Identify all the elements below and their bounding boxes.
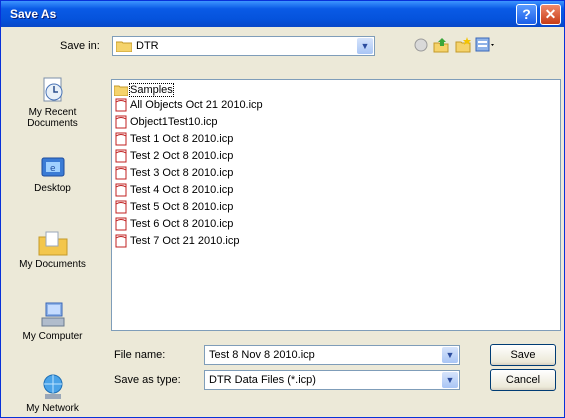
- file-name: Test 5 Oct 8 2010.icp: [130, 201, 234, 213]
- save-in-label: Save in:: [60, 40, 100, 52]
- place-desktop-label: Desktop: [34, 183, 71, 194]
- file-icon: [115, 200, 127, 214]
- place-recent-documents-label: My Recent Documents: [27, 107, 78, 129]
- file-icon: [115, 98, 127, 112]
- file-name: Object1Test10.icp: [130, 116, 218, 128]
- up-folder-icon[interactable]: [433, 37, 449, 55]
- file-name: Test 6 Oct 8 2010.icp: [130, 218, 234, 230]
- title-bar[interactable]: Save As ? ✕: [1, 1, 564, 27]
- save-in-value: DTR: [136, 40, 159, 52]
- list-item[interactable]: All Objects Oct 21 2010.icp: [114, 97, 263, 113]
- save-as-type-value: DTR Data Files (*.icp): [209, 374, 316, 386]
- list-item[interactable]: Test 1 Oct 8 2010.icp: [114, 131, 233, 147]
- save-in-combo[interactable]: DTR ▼: [112, 36, 375, 56]
- place-my-computer-label: My Computer: [22, 331, 83, 342]
- back-icon[interactable]: [413, 37, 429, 55]
- save-as-type-select[interactable]: DTR Data Files (*.icp) ▼: [204, 370, 460, 390]
- folder-icon: [113, 85, 129, 97]
- places-bar: My Recent Documents e Desktop My Documen…: [6, 67, 99, 417]
- save-button[interactable]: Save: [490, 344, 556, 366]
- chevron-down-icon[interactable]: ▼: [357, 38, 373, 54]
- place-my-documents[interactable]: My Documents: [6, 229, 99, 270]
- file-icon: [115, 149, 127, 163]
- file-icon: [115, 217, 127, 231]
- list-item[interactable]: Test 4 Oct 8 2010.icp: [114, 182, 233, 198]
- close-button[interactable]: ✕: [540, 4, 561, 25]
- dialog-title: Save As: [10, 7, 57, 21]
- list-item[interactable]: Test 3 Oct 8 2010.icp: [114, 165, 233, 181]
- file-icon: [115, 183, 127, 197]
- chevron-down-icon[interactable]: ▼: [442, 372, 458, 388]
- chevron-down-icon[interactable]: ▼: [442, 347, 458, 363]
- file-name-input[interactable]: Test 8 Nov 8 2010.icp ▼: [204, 345, 460, 365]
- list-item[interactable]: Test 7 Oct 21 2010.icp: [114, 233, 239, 249]
- save-as-dialog: Save As ? ✕ Save in: DTR ▼ My Recent Doc…: [0, 0, 565, 418]
- list-item[interactable]: Test 2 Oct 8 2010.icp: [114, 148, 233, 164]
- file-name: Test 3 Oct 8 2010.icp: [130, 167, 234, 179]
- file-name: Test 7 Oct 21 2010.icp: [130, 235, 240, 247]
- place-my-computer[interactable]: My Computer: [6, 301, 99, 342]
- folder-icon: [115, 40, 133, 55]
- file-name-label: File name:: [114, 349, 166, 361]
- recent-documents-icon: [43, 77, 62, 102]
- svg-text:e: e: [50, 164, 56, 174]
- new-folder-icon[interactable]: [455, 37, 471, 55]
- file-name: Test 2 Oct 8 2010.icp: [130, 150, 234, 162]
- file-icon: [115, 115, 127, 129]
- list-item[interactable]: Samples: [113, 82, 174, 98]
- file-name: Test 4 Oct 8 2010.icp: [130, 184, 234, 196]
- list-item[interactable]: Test 5 Oct 8 2010.icp: [114, 199, 233, 215]
- file-list[interactable]: Samples All Objects Oct 21 2010.icp Obje…: [111, 79, 561, 331]
- file-icon: [115, 166, 127, 180]
- my-documents-icon: [38, 231, 67, 256]
- my-computer-icon: [41, 302, 64, 327]
- place-recent-documents[interactable]: My Recent Documents: [6, 75, 99, 129]
- place-my-documents-label: My Documents: [19, 259, 86, 270]
- place-desktop[interactable]: e Desktop: [6, 155, 99, 194]
- help-button[interactable]: ?: [516, 4, 537, 25]
- my-network-icon: [43, 374, 62, 399]
- views-menu-icon[interactable]: [475, 37, 495, 55]
- file-name: Test 1 Oct 8 2010.icp: [130, 133, 234, 145]
- list-item[interactable]: Object1Test10.icp: [114, 114, 217, 130]
- file-name: Samples: [129, 83, 174, 97]
- file-icon: [115, 234, 127, 248]
- file-name-value: Test 8 Nov 8 2010.icp: [209, 349, 315, 361]
- cancel-button[interactable]: Cancel: [490, 369, 556, 391]
- list-item[interactable]: Test 6 Oct 8 2010.icp: [114, 216, 233, 232]
- place-my-network[interactable]: My Network: [6, 373, 99, 414]
- place-my-network-label: My Network: [26, 403, 79, 414]
- save-as-type-label: Save as type:: [114, 374, 181, 386]
- desktop-icon: e: [41, 157, 64, 177]
- file-name: All Objects Oct 21 2010.icp: [130, 99, 263, 111]
- file-icon: [115, 132, 127, 146]
